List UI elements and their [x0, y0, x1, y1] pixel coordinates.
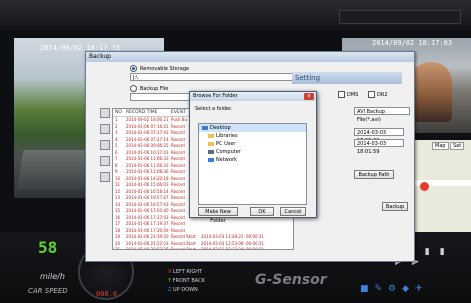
cancel-button[interactable]: Cancel — [280, 207, 306, 216]
radio-icon — [130, 85, 137, 92]
gsensor-directions: X LEFT RIGHT Y FRONT BACK Z UP DOWN — [168, 269, 205, 293]
cabin-camera-timestamp: 2014/09/02 18:17:03 — [372, 39, 453, 47]
dir-left: LEFT — [173, 269, 185, 275]
col-no: NO — [115, 110, 122, 115]
desktop-icon — [202, 125, 208, 130]
cell-event: Record Start — [171, 247, 196, 250]
location-marker-icon — [420, 182, 429, 191]
cell-time: 2014-01-06 21:57:27 — [126, 247, 169, 250]
radio-selected-icon — [130, 65, 137, 72]
tree-item-computer[interactable]: Computer — [199, 148, 306, 156]
backup-file-option[interactable]: Backup File — [130, 85, 168, 92]
dms-option[interactable]: DMS — [338, 91, 358, 98]
map-type-map[interactable]: Map — [432, 142, 449, 150]
tree-label: Desktop — [210, 125, 231, 131]
dms-label: DMS — [347, 92, 359, 98]
setting-header: Setting — [292, 72, 402, 84]
folder-tree[interactable]: Desktop Libraries PC User Computer Netwo… — [198, 123, 307, 205]
backup-path-button[interactable]: Backup Path — [354, 170, 394, 179]
tree-label: Computer — [216, 149, 241, 155]
dir-right: RIGHT — [186, 269, 203, 275]
speed-readout: 58 — [38, 238, 58, 257]
tree-item-libraries[interactable]: Libraries — [199, 132, 306, 140]
col-record-time: RECORD TIME — [126, 110, 158, 115]
speed-unit: mile/h — [40, 272, 65, 281]
end-time-field[interactable]: 2014-03-03 18:01:59 — [354, 139, 404, 155]
toolbar-strip — [339, 10, 461, 24]
tree-item-network[interactable]: Network — [199, 156, 306, 164]
dialog-title: Browse For Folder — [193, 93, 238, 99]
removable-storage-option[interactable]: Removable Storage — [130, 65, 189, 72]
tree-item-pc-user[interactable]: PC User — [199, 140, 306, 148]
computer-icon — [208, 149, 214, 154]
folder-icon — [208, 133, 214, 138]
tree-label: PC User — [216, 141, 236, 147]
backup-window-titlebar: Backup — [86, 52, 414, 62]
backup-type-select[interactable]: AVI Backup File(*.avi) — [354, 107, 410, 123]
tree-item-desktop[interactable]: Desktop — [199, 124, 306, 132]
dir-up: UP — [173, 287, 180, 293]
red-readout: 000.0 — [96, 290, 118, 298]
browse-folder-dialog: Browse For Folder x Select a folder. Des… — [189, 91, 317, 224]
checkbox-icon — [338, 91, 345, 98]
top-toolbar — [0, 0, 471, 30]
map-type-satellite[interactable]: Sat — [450, 142, 465, 150]
car-speed-label: CAR SPEED — [28, 287, 68, 295]
driver-figure — [410, 62, 452, 122]
backup-button[interactable]: Backup — [382, 202, 408, 211]
backup-window-title: Backup — [89, 53, 111, 60]
table-row[interactable]: 21 2014-01-06 21:57:27 Record Start 2014-03… — [113, 247, 293, 250]
cell-dur: 00:00:31 — [246, 247, 264, 250]
network-icon — [208, 157, 214, 162]
cell-start: 2014-03-03 15:12:34 — [201, 247, 244, 250]
dir-back: BACK — [191, 278, 205, 284]
tree-label: Network — [216, 157, 237, 163]
close-icon[interactable]: x — [304, 93, 314, 100]
start-time-field[interactable]: 2014-03-03 17:55:29 — [354, 128, 404, 144]
dr2-option[interactable]: DR2 — [368, 91, 388, 98]
dir-down: DOWN — [181, 287, 198, 293]
tree-label: Libraries — [216, 133, 238, 139]
drive-select[interactable]: J:\ — [130, 73, 295, 81]
checkbox-icon — [368, 91, 375, 98]
dr2-label: DR2 — [377, 92, 388, 98]
gsensor-label: G-Sensor — [255, 272, 327, 288]
user-folder-icon — [208, 141, 214, 146]
removable-storage-label: Removable Storage — [140, 66, 190, 72]
make-new-folder-button[interactable]: Make New Folder — [198, 207, 238, 224]
dialog-prompt: Select a folder. — [195, 106, 233, 112]
ok-button[interactable]: OK — [250, 207, 274, 216]
backup-file-label: Backup File — [140, 86, 169, 92]
side-buttons[interactable] — [100, 108, 110, 248]
dialog-titlebar: Browse For Folder — [190, 92, 316, 101]
tool-icons[interactable]: ■✎⚙◆✈ — [360, 284, 429, 294]
cell-no: 21 — [115, 247, 121, 250]
dir-front: FRONT — [172, 278, 190, 284]
